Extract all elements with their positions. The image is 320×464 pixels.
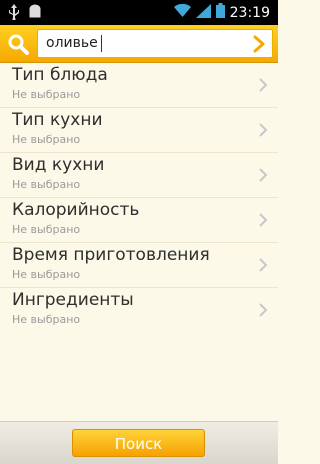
usb-icon: [8, 4, 20, 24]
chevron-right-icon: [258, 167, 268, 183]
search-icon[interactable]: [7, 33, 29, 55]
chevron-right-icon[interactable]: [252, 35, 266, 53]
search-input-value: оливье: [46, 35, 98, 51]
filter-item-label: Время приготовления: [12, 245, 210, 265]
filter-item-value: Не выбрано: [12, 313, 81, 326]
battery-icon: [215, 3, 225, 22]
android-debug-icon: [28, 4, 42, 24]
filter-item-cuisine-kind[interactable]: Вид кухни Не выбрано: [0, 153, 278, 198]
text-cursor: [101, 35, 102, 52]
search-bar: оливье: [0, 25, 278, 63]
chevron-right-icon: [258, 302, 268, 318]
filter-item-value: Не выбрано: [12, 268, 81, 281]
chevron-right-icon: [258, 212, 268, 228]
bottom-bar: Поиск: [0, 421, 278, 464]
wifi-icon: [173, 3, 191, 22]
filter-item-ingredients[interactable]: Ингредиенты Не выбрано: [0, 288, 278, 332]
filter-item-label: Тип блюда: [12, 65, 108, 85]
chevron-right-icon: [258, 257, 268, 273]
filter-item-calories[interactable]: Калорийность Не выбрано: [0, 198, 278, 243]
filter-item-label: Ингредиенты: [12, 290, 134, 310]
status-time: 23:19: [229, 4, 270, 21]
filter-item-label: Вид кухни: [12, 155, 105, 175]
chevron-right-icon: [258, 122, 268, 138]
filter-item-cooking-time[interactable]: Время приготовления Не выбрано: [0, 243, 278, 288]
filter-list: Тип блюда Не выбрано Тип кухни Не выбран…: [0, 63, 278, 332]
filter-item-value: Не выбрано: [12, 88, 81, 101]
search-button[interactable]: Поиск: [72, 429, 205, 457]
chevron-right-icon: [258, 77, 268, 93]
filter-item-value: Не выбрано: [12, 223, 81, 236]
status-bar: 23:19: [0, 0, 278, 25]
filter-item-label: Калорийность: [12, 200, 140, 220]
filter-item-value: Не выбрано: [12, 133, 81, 146]
filter-item-value: Не выбрано: [12, 178, 81, 191]
signal-icon: [195, 3, 211, 22]
filter-item-cuisine-type[interactable]: Тип кухни Не выбрано: [0, 108, 278, 153]
filter-item-dish-type[interactable]: Тип блюда Не выбрано: [0, 63, 278, 108]
filter-item-label: Тип кухни: [12, 110, 103, 130]
search-input[interactable]: оливье: [37, 29, 273, 58]
